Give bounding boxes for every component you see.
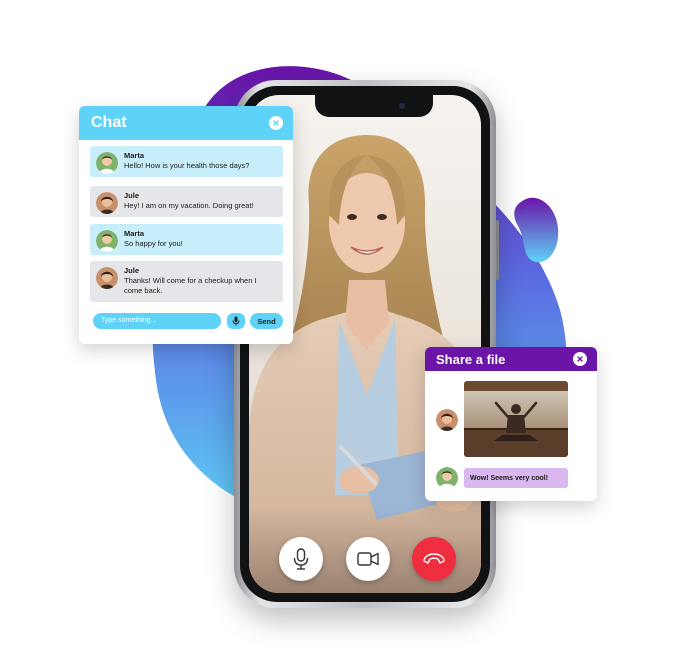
chat-title: Chat (91, 114, 127, 131)
mute-microphone-button[interactable] (279, 537, 323, 581)
video-camera-icon (357, 552, 379, 566)
microphone-icon (232, 316, 240, 326)
share-file-header: Share a file (425, 347, 597, 371)
close-icon (273, 120, 279, 126)
end-call-button[interactable] (412, 537, 456, 581)
phone-notch (315, 95, 433, 117)
chat-message: Marta So happy for you! (90, 224, 283, 255)
send-button[interactable]: Send (250, 313, 283, 329)
avatar-jule (96, 192, 118, 214)
message-text: Thanks! Will come for a checkup when I c… (124, 276, 257, 295)
message-author: Jule (124, 191, 140, 200)
avatar-marta (96, 230, 118, 252)
chat-message: Marta Hello! How is your health those da… (90, 146, 283, 177)
message-author: Marta (124, 151, 145, 160)
avatar-jule (96, 267, 118, 289)
share-file-title: Share a file (436, 351, 506, 367)
message-author: Jule (124, 266, 140, 275)
phone-power-button (496, 220, 499, 280)
avatar-marta (96, 152, 118, 174)
shared-image-yoga[interactable] (464, 381, 568, 457)
toggle-video-button[interactable] (346, 537, 390, 581)
chat-header: Chat (79, 106, 293, 140)
share-reply-message: Wow! Seems very cool! (464, 468, 568, 488)
end-call-icon (423, 553, 445, 564)
message-text: Hey! I am on my vacation. Doing great! (124, 201, 254, 210)
chat-message: Jule Hey! I am on my vacation. Doing gre… (90, 186, 283, 217)
background-blob-small (514, 197, 559, 263)
message-text: Hello! How is your health those days? (124, 161, 250, 170)
avatar-marta (436, 467, 458, 489)
chat-message: Jule Thanks! Will come for a checkup whe… (90, 261, 283, 302)
avatar-jule (436, 409, 458, 431)
share-close-button[interactable] (573, 352, 587, 366)
microphone-icon (293, 548, 309, 570)
front-camera (399, 103, 405, 109)
message-author: Marta (124, 229, 145, 238)
chat-message-input[interactable]: Type something... (93, 313, 221, 329)
chat-close-button[interactable] (269, 116, 283, 130)
share-file-panel: Share a file Wow! Seems very cool! (425, 347, 597, 501)
chat-panel: Chat Marta Hello! How is your health tho… (79, 106, 293, 344)
message-text: So happy for you! (124, 239, 183, 248)
voice-message-button[interactable] (227, 313, 245, 329)
close-icon (577, 356, 583, 362)
